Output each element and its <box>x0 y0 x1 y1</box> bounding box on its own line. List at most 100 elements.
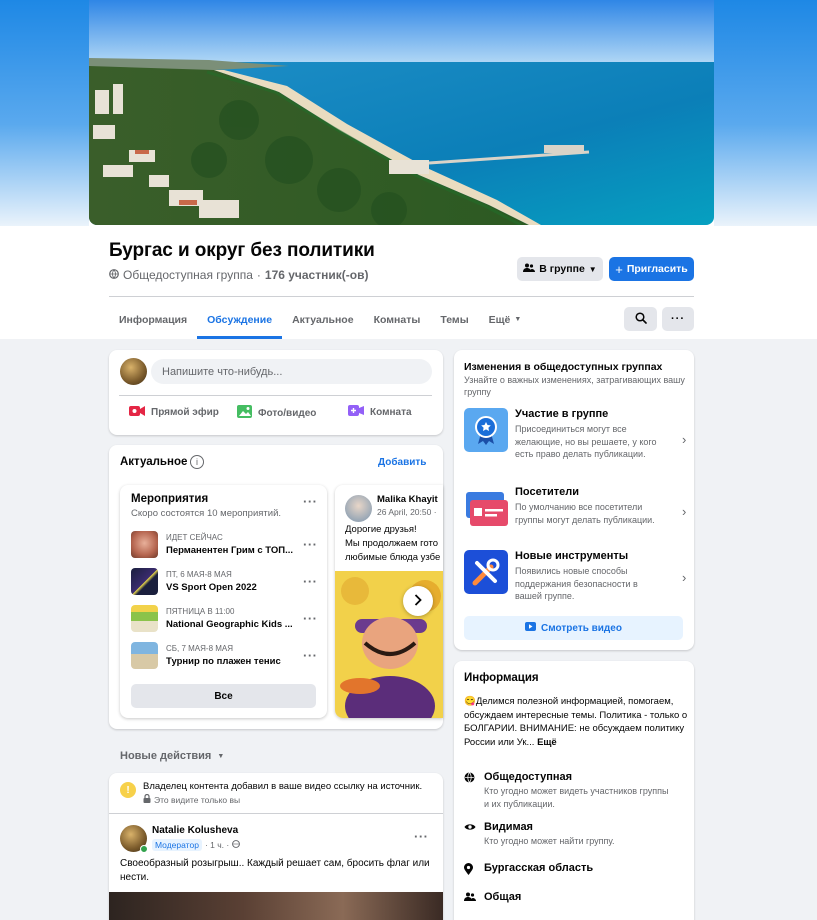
header-divider <box>109 296 694 297</box>
info-row-text: Кто угодно может найти группу. <box>484 836 615 846</box>
membership-badge-icon <box>464 408 508 452</box>
post-image[interactable] <box>109 892 443 920</box>
watch-video-button[interactable]: Смотреть видео <box>464 616 683 640</box>
change-item[interactable]: Участие в группе Присоединиться могут вс… <box>464 408 687 470</box>
event-more-icon[interactable]: ··· <box>303 611 318 626</box>
event-name: Турнир по плажен тенис <box>166 656 281 667</box>
change-title: Новые инструменты <box>515 550 629 562</box>
tab-topics[interactable]: Темы <box>430 300 478 339</box>
post-text: Своеобразный розыгрыш.. Каждый решает са… <box>120 858 430 883</box>
activity-sort-dropdown[interactable]: Новые действия ▼ <box>120 750 224 762</box>
post-author[interactable]: Natalie Kolusheva <box>152 825 238 836</box>
photo-icon <box>237 405 252 421</box>
watch-video-label: Смотреть видео <box>541 622 622 634</box>
changes-subtitle: Узнайте о важных изменениях, затрагивающ… <box>464 375 685 397</box>
lock-icon <box>143 793 151 805</box>
carousel-next-button[interactable] <box>403 586 433 616</box>
event-item[interactable]: ПЯТНИЦА В 11:00 National Geographic Kids… <box>131 605 299 632</box>
see-more-link[interactable]: Ещё <box>537 737 557 748</box>
event-more-icon[interactable]: ··· <box>303 537 318 552</box>
photo-video-label: Фото/видео <box>258 407 317 419</box>
info-row-title: Видимая <box>484 821 533 833</box>
event-item[interactable]: ИДЕТ СЕЙЧАС Перманентен Грим с ТОП... <box>131 531 299 558</box>
tab-discussion[interactable]: Обсуждение <box>197 300 282 339</box>
live-video-button[interactable]: Прямой эфир <box>129 405 219 420</box>
post-author-avatar <box>345 495 372 522</box>
video-play-icon <box>525 622 537 634</box>
in-group-label: В группе <box>539 263 585 275</box>
event-more-icon[interactable]: ··· <box>303 648 318 663</box>
info-row-text: Кто угодно может видеть участников групп… <box>484 786 669 809</box>
people-icon <box>523 263 536 275</box>
photo-video-button[interactable]: Фото/видео <box>237 405 316 421</box>
online-status-dot <box>140 845 148 853</box>
events-title[interactable]: Мероприятия <box>131 493 208 505</box>
privacy-label: Общедоступная группа <box>123 268 253 282</box>
invite-label: Пригласить <box>626 263 688 275</box>
event-date: СБ, 7 МАЯ-8 МАЯ <box>166 644 234 653</box>
info-visibility-row: Видимая Кто угодно может найти группу. <box>464 821 615 848</box>
search-button[interactable] <box>624 307 657 331</box>
event-date: ПЯТНИЦА В 11:00 <box>166 607 235 616</box>
change-text: Присоединиться могут все желающие, но вы… <box>515 424 657 459</box>
notice-text: Владелец контента добавил в ваше видео с… <box>143 781 423 792</box>
live-video-icon <box>129 405 145 420</box>
more-options-button[interactable]: ··· <box>662 307 694 331</box>
change-item[interactable]: Посетители По умолчанию все посетители г… <box>464 486 687 536</box>
chevron-right-icon: › <box>682 432 687 447</box>
event-item[interactable]: ПТ, 6 МАЯ-8 МАЯ VS Sport Open 2022 <box>131 568 299 595</box>
info-row-title[interactable]: Бургасская область <box>484 862 593 878</box>
location-pin-icon <box>464 863 484 878</box>
activity-post-card: ! Владелец контента добавил в ваше видео… <box>109 773 443 920</box>
events-more-icon[interactable]: ··· <box>303 494 318 509</box>
about-title: Информация <box>464 672 539 684</box>
post-time[interactable]: · 1 ч. · <box>205 840 229 850</box>
change-title: Посетители <box>515 486 579 498</box>
info-privacy-row: Общедоступная Кто угодно может видеть уч… <box>464 771 669 810</box>
event-more-icon[interactable]: ··· <box>303 574 318 589</box>
composer-input[interactable]: Напишите что-нибудь... <box>151 359 432 384</box>
event-item[interactable]: СБ, 7 МАЯ-8 МАЯ Турнир по плажен тенис <box>131 642 299 669</box>
info-row-title: Общая <box>484 891 522 903</box>
room-icon <box>348 405 364 419</box>
post-more-icon[interactable]: ··· <box>414 829 429 844</box>
caret-down-icon: ▼ <box>217 752 225 760</box>
globe-icon <box>464 772 484 810</box>
about-description: 😋Делимся полезной информацией, помогаем,… <box>464 695 689 749</box>
invite-button[interactable]: + Пригласить <box>609 257 694 281</box>
tab-info[interactable]: Информация <box>109 300 197 339</box>
description-text: 😋Делимся полезной информацией, помогаем,… <box>464 696 688 748</box>
chevron-right-icon <box>414 593 422 609</box>
composer-divider <box>119 395 432 396</box>
see-all-events-button[interactable]: Все <box>131 684 316 708</box>
post-date: 26 April, 20:50 · <box>377 507 437 517</box>
info-icon[interactable]: i <box>190 455 204 469</box>
group-title[interactable]: Бургас и округ без политики <box>109 240 375 262</box>
event-date: ПТ, 6 МАЯ-8 МАЯ <box>166 570 232 579</box>
visitors-card-icon <box>464 486 508 530</box>
member-count[interactable]: 176 участник(-ов) <box>265 268 369 282</box>
divider <box>109 813 443 814</box>
add-featured-link[interactable]: Добавить <box>378 457 426 468</box>
event-name: VS Sport Open 2022 <box>166 582 257 593</box>
change-item[interactable]: Новые инструменты Появились новые способ… <box>464 550 686 608</box>
user-avatar[interactable] <box>120 358 147 385</box>
search-icon <box>634 311 647 327</box>
tab-featured[interactable]: Актуальное <box>282 300 364 339</box>
notice-sub: Это видите только вы <box>154 794 241 805</box>
tab-rooms[interactable]: Комнаты <box>364 300 431 339</box>
alert-icon: ! <box>120 782 136 798</box>
moderator-badge: Модератор <box>152 839 202 851</box>
event-name: Перманентен Грим с ТОП... <box>166 545 294 556</box>
in-group-button[interactable]: В группе ▼ <box>517 257 603 281</box>
post-text-line: любимые блюда узбе <box>345 552 441 563</box>
cover-photo[interactable] <box>89 0 714 225</box>
event-name: National Geographic Kids ... <box>166 619 293 630</box>
chevron-right-icon: › <box>682 504 687 519</box>
tab-more[interactable]: Ещё ▼ <box>479 300 532 339</box>
change-text: По умолчанию все посетители группы могут… <box>515 502 655 525</box>
event-thumbnail <box>131 605 158 632</box>
event-thumbnail <box>131 531 158 558</box>
globe-icon <box>232 840 241 850</box>
room-button[interactable]: Комната <box>348 405 412 419</box>
